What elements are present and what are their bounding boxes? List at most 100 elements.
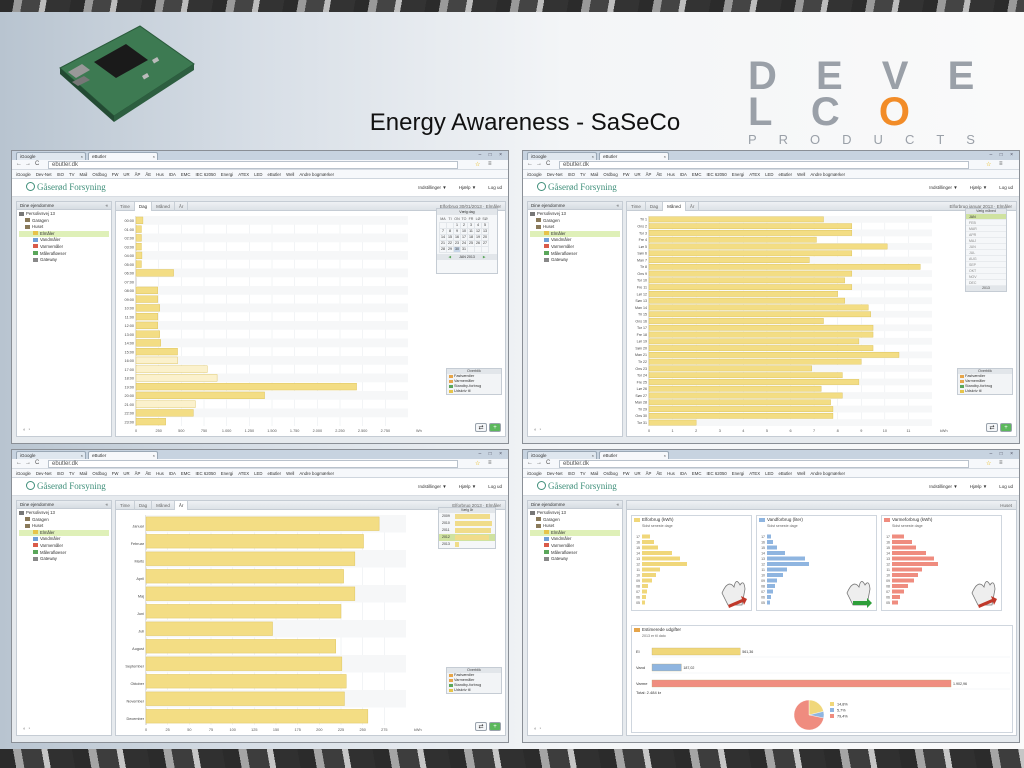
menu-icon[interactable]: ≡: [488, 460, 492, 466]
bookmark-item[interactable]: Hus: [667, 172, 675, 177]
close-tab-icon[interactable]: ×: [153, 154, 155, 159]
forward-icon[interactable]: →: [536, 460, 542, 466]
collapse-icon[interactable]: «: [616, 501, 619, 509]
bookmark-item[interactable]: ATEX: [238, 172, 249, 177]
year-option[interactable]: 2011: [439, 527, 495, 534]
bookmark-item[interactable]: iGoogle: [16, 471, 31, 476]
browser-tab-igoogle[interactable]: iGoogle ×: [16, 451, 86, 459]
tree-item-gateway[interactable]: Gateway: [530, 556, 620, 563]
tab-year[interactable]: År: [174, 501, 189, 510]
bookmark-item[interactable]: Dev-Net: [547, 471, 563, 476]
tab-year[interactable]: År: [686, 202, 700, 211]
bookmark-item[interactable]: UR: [634, 471, 640, 476]
tree-item-water-meter[interactable]: Vandmåler: [530, 237, 620, 244]
bookmark-item[interactable]: ATEX: [749, 471, 760, 476]
bookmark-item[interactable]: Energi: [732, 471, 744, 476]
tab-year[interactable]: År: [175, 202, 189, 211]
tree-item-meter-reader[interactable]: Målerafløeser: [530, 550, 620, 557]
bookmark-item[interactable]: eButler: [267, 471, 281, 476]
help-menu[interactable]: Hjælp ▼: [459, 185, 476, 190]
close-tab-icon[interactable]: ×: [153, 453, 155, 458]
tree-item-water-meter[interactable]: Vandmåler: [530, 536, 620, 543]
day-picker[interactable]: Vælg dag MA TI ON TO FR LØ SØ 1 2 3 4 5 7 8 9 10 11 12 13 14…: [436, 208, 498, 274]
bookmark-item[interactable]: IDA: [169, 471, 176, 476]
panel-footer-icons[interactable]: ◐ ◔: [534, 726, 541, 732]
tree-item-garage[interactable]: Garagen: [19, 517, 109, 524]
bookmark-item[interactable]: Mail: [590, 471, 598, 476]
star-icon[interactable]: ☆: [475, 161, 480, 168]
export-button[interactable]: ⇄: [475, 423, 487, 432]
forward-icon[interactable]: →: [25, 460, 31, 466]
window-controls[interactable]: – □ ×: [479, 451, 506, 457]
panel-footer-icons[interactable]: ◐ ◔: [23, 427, 30, 433]
tree-item-house[interactable]: Huset: [530, 224, 620, 231]
tree-item-meter-reader[interactable]: Målerafløeser: [530, 251, 620, 258]
reload-icon[interactable]: C: [546, 460, 550, 466]
tree-item-electricity-meter[interactable]: Elmåler: [530, 529, 620, 537]
bookmark-item[interactable]: EMC: [692, 172, 702, 177]
tab-hour[interactable]: Time: [116, 202, 135, 211]
bookmark-item[interactable]: TV: [580, 172, 586, 177]
forward-icon[interactable]: →: [25, 161, 31, 167]
calendar-day[interactable]: 29: [446, 245, 454, 253]
settings-menu[interactable]: Indstillinger ▼: [418, 484, 446, 489]
window-controls[interactable]: – □ ×: [479, 152, 506, 158]
tree-item-address[interactable]: Persolivsvej 13: [19, 510, 109, 517]
bookmark-item[interactable]: ISO: [57, 471, 64, 476]
back-icon[interactable]: ←: [527, 460, 533, 466]
star-icon[interactable]: ☆: [986, 460, 991, 467]
url-bar[interactable]: ebutler.dk: [48, 161, 458, 169]
bookmark-item[interactable]: Andre bogmærker: [299, 471, 334, 476]
tree-item-water-meter[interactable]: Vandmåler: [19, 237, 109, 244]
bookmark-item[interactable]: IEC 62050: [195, 471, 215, 476]
bookmark-item[interactable]: Mail: [79, 471, 87, 476]
bookmark-item[interactable]: Well: [286, 471, 294, 476]
tab-day[interactable]: Dag: [646, 202, 664, 211]
bookmark-item[interactable]: Andre bogmærker: [299, 172, 334, 177]
logout-link[interactable]: Log ud: [488, 484, 502, 489]
bookmark-item[interactable]: ISO: [57, 172, 64, 177]
tree-item-house[interactable]: Huset: [19, 523, 109, 530]
tree-item-garage[interactable]: Garagen: [530, 517, 620, 524]
overview-card-heat[interactable]: Varmeforbrug (kWh) Sidst seneste dage 17 16…: [881, 515, 1002, 611]
browser-tab-igoogle[interactable]: iGoogle ×: [527, 152, 597, 160]
bookmark-item[interactable]: Energi: [732, 172, 744, 177]
month-picker[interactable]: Vælg måned JAN FEB MAR APR MAJ JUN JUL AUG SEP OKT…: [965, 208, 1007, 292]
bookmark-item[interactable]: Hus: [156, 471, 164, 476]
bookmark-item[interactable]: ÅP: [135, 172, 141, 177]
tab-month[interactable]: Måned: [152, 202, 175, 211]
bookmark-item[interactable]: EMC: [692, 471, 702, 476]
settings-menu[interactable]: Indstillinger ▼: [418, 185, 446, 190]
export-button[interactable]: ⇄: [986, 423, 998, 432]
reload-icon[interactable]: C: [35, 460, 39, 466]
calendar-day[interactable]: [481, 245, 489, 253]
collapse-icon[interactable]: «: [105, 202, 108, 210]
overview-option[interactable]: Udskriv til: [447, 688, 501, 693]
tree-item-meter-reader[interactable]: Målerafløeser: [19, 550, 109, 557]
url-bar[interactable]: ebutler.dk: [48, 460, 458, 468]
bookmark-item[interactable]: IEC 62050: [195, 172, 215, 177]
collapse-icon[interactable]: «: [616, 202, 619, 210]
forward-icon[interactable]: →: [536, 161, 542, 167]
tab-day[interactable]: Dag: [134, 202, 153, 211]
bookmark-item[interactable]: ÅP: [135, 471, 141, 476]
window-controls[interactable]: – □ ×: [990, 451, 1017, 457]
bookmark-item[interactable]: LED: [254, 172, 262, 177]
calendar-day[interactable]: [467, 245, 475, 253]
panel-footer-icons[interactable]: ◐ ◔: [534, 427, 541, 433]
overview-option[interactable]: Udskriv til: [447, 389, 501, 394]
settings-menu[interactable]: Indstillinger ▼: [929, 484, 957, 489]
export-button[interactable]: ⇄: [475, 722, 487, 731]
bookmark-item[interactable]: FW: [623, 471, 630, 476]
tree-item-garage[interactable]: Garagen: [530, 218, 620, 225]
bookmark-item[interactable]: Well: [797, 172, 805, 177]
bookmark-item[interactable]: Mail: [590, 172, 598, 177]
bookmark-item[interactable]: Dev-Net: [547, 172, 563, 177]
url-bar[interactable]: ebutler.dk: [559, 460, 969, 468]
logout-link[interactable]: Log ud: [999, 185, 1013, 190]
tree-item-heat-meter[interactable]: Varmemåler: [530, 244, 620, 251]
calendar-day[interactable]: 28: [439, 245, 447, 253]
help-menu[interactable]: Hjælp ▼: [459, 484, 476, 489]
bookmark-item[interactable]: EMC: [181, 471, 191, 476]
reload-icon[interactable]: C: [546, 161, 550, 167]
